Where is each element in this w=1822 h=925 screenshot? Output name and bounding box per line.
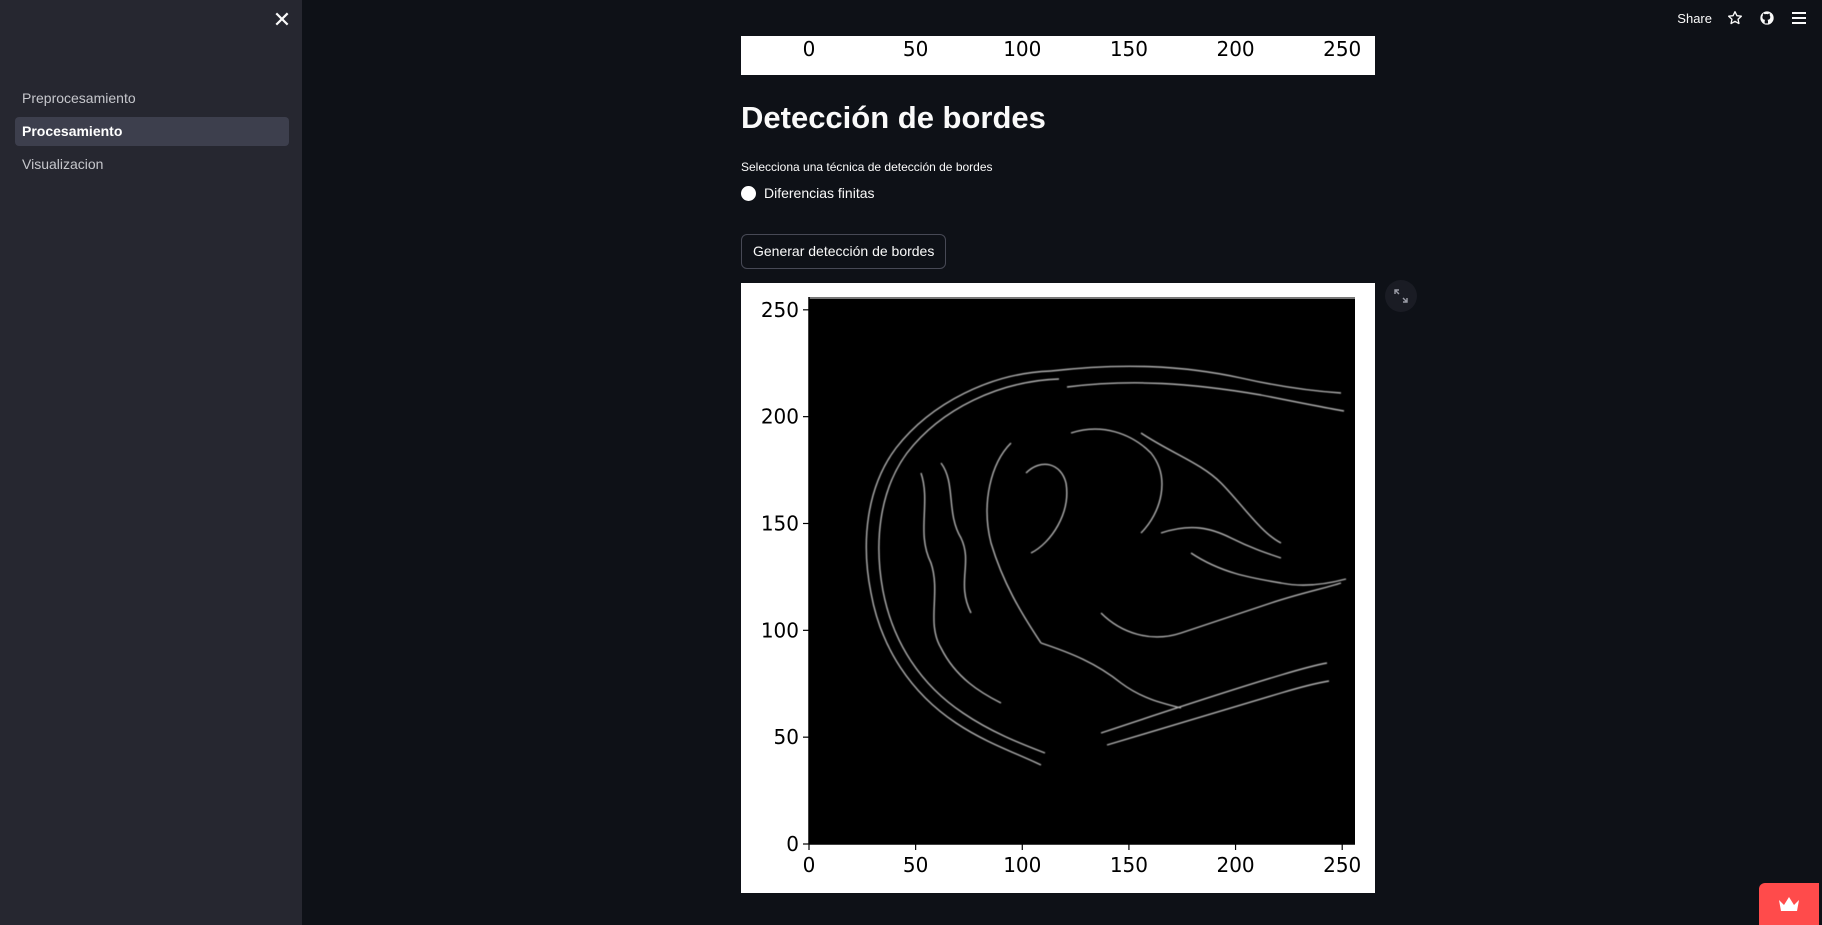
x-tick-label: 250 [1323, 37, 1361, 61]
radio-option-label: Diferencias finitas [764, 185, 875, 201]
y-tick-label: 200 [761, 405, 799, 429]
sidebar-nav: Preprocesamiento Procesamiento Visualiza… [15, 84, 289, 183]
x-tick-label: 50 [903, 853, 928, 877]
star-icon[interactable] [1726, 9, 1744, 27]
crown-icon [1779, 897, 1799, 911]
share-button[interactable]: Share [1677, 11, 1712, 26]
sidebar-item-visualizacion[interactable]: Visualizacion [15, 150, 289, 179]
x-tick-label: 100 [1003, 37, 1041, 61]
x-tick-label: 200 [1216, 37, 1254, 61]
sidebar: ✕ Preprocesamiento Procesamiento Visuali… [0, 0, 302, 925]
page-title: Detección de bordes [741, 100, 1046, 135]
radio-option-diferencias-finitas[interactable]: Diferencias finitas [741, 185, 875, 201]
close-sidebar-button[interactable]: ✕ [270, 8, 294, 32]
y-tick-label: 250 [761, 298, 799, 322]
edge-detection-plot: 0 50 100 150 200 250 0 50 100 150 200 250 [761, 297, 1361, 877]
generate-edge-detection-button[interactable]: Generar detección de bordes [741, 234, 947, 269]
x-tick-label: 100 [1003, 853, 1041, 877]
sidebar-item-preprocesamiento[interactable]: Preprocesamiento [15, 84, 289, 113]
menu-icon[interactable] [1790, 9, 1808, 27]
x-tick-label: 150 [1110, 853, 1148, 877]
radio-circle[interactable] [741, 185, 756, 201]
x-tick-label: 200 [1216, 853, 1254, 877]
y-tick-label: 50 [774, 725, 799, 749]
y-tick-label: 0 [786, 832, 799, 856]
previous-figure: 0 50 100 150 200 250 [741, 36, 1375, 75]
radio-group-label: Selecciona una técnica de detección de b… [741, 160, 993, 174]
y-tick-label: 100 [761, 618, 799, 642]
sidebar-item-procesamiento[interactable]: Procesamiento [15, 117, 289, 146]
github-icon[interactable] [1758, 9, 1776, 27]
y-tick-label: 150 [761, 511, 799, 535]
streamlit-badge[interactable] [1759, 883, 1819, 925]
x-tick-label: 0 [803, 37, 816, 61]
x-tick-label: 50 [903, 37, 928, 61]
edge-detection-figure: 0 50 100 150 200 250 0 50 100 150 200 250 [741, 283, 1375, 893]
previous-figure-axis: 0 50 100 150 200 250 [803, 37, 1362, 61]
fullscreen-button[interactable] [1385, 280, 1417, 312]
edge-image [809, 297, 1355, 844]
expand-icon [1394, 289, 1408, 303]
x-tick-label: 250 [1323, 853, 1361, 877]
close-icon: ✕ [272, 7, 292, 32]
header-toolbar: Share [1677, 6, 1808, 30]
x-tick-label: 150 [1110, 37, 1148, 61]
x-tick-label: 0 [803, 853, 816, 877]
